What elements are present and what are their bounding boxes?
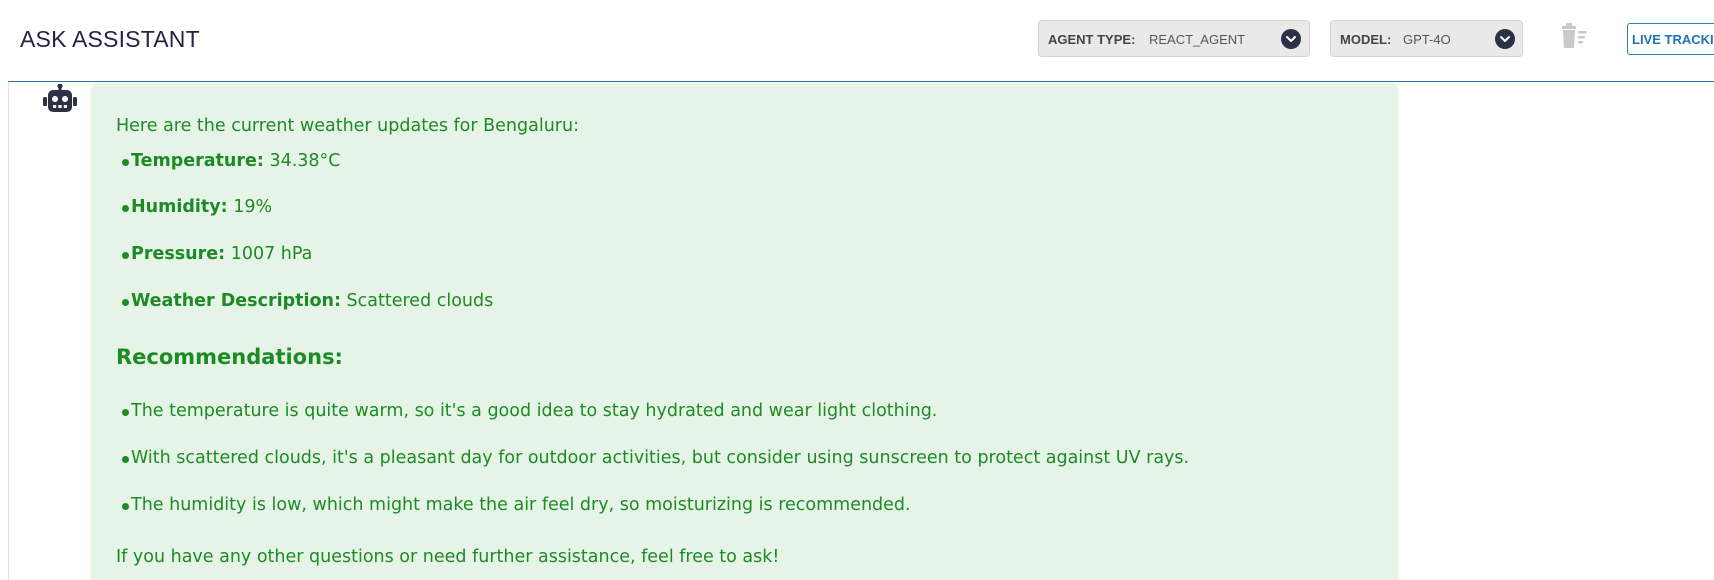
page-title: ASK ASSISTANT [20, 26, 200, 52]
list-item: Weather Description: Scattered clouds [122, 291, 494, 311]
model-dropdown[interactable]: MODEL: GPT-4O [1330, 20, 1523, 57]
list-item: Humidity: 19% [122, 197, 273, 217]
bullet-icon [122, 252, 129, 259]
agent-type-dropdown[interactable]: AGENT TYPE: REACT_AGENT [1038, 20, 1310, 57]
recommendation-text: With scattered clouds, it's a pleasant d… [131, 448, 1190, 468]
top-bar: ASK ASSISTANT AGENT TYPE: REACT_AGENT MO… [8, 0, 1714, 82]
recommendation-text: The humidity is low, which might make th… [131, 495, 911, 515]
bullet-icon [122, 409, 129, 416]
recommendations-heading: Recommendations: [116, 345, 343, 369]
model-label: MODEL: [1340, 32, 1392, 47]
recommendation-text: The temperature is quite warm, so it's a… [131, 401, 938, 421]
message-intro: Here are the current weather updates for… [116, 116, 579, 136]
list-item: Temperature: 34.38°C [122, 151, 341, 171]
stat-label: Pressure: [131, 244, 226, 264]
robot-icon [42, 83, 78, 116]
stat-value: 1007 hPa [230, 244, 313, 264]
live-tracking-button[interactable]: LIVE TRACKIN [1627, 23, 1714, 55]
bullet-icon [122, 205, 129, 212]
live-tracking-label: LIVE TRACKIN [1632, 32, 1714, 47]
clear-all-icon[interactable] [1556, 20, 1590, 52]
stat-label: Weather Description: [131, 291, 341, 311]
bullet-icon [122, 299, 129, 306]
assistant-message: Here are the current weather updates for… [91, 83, 1398, 580]
assistant-window: ASK ASSISTANT AGENT TYPE: REACT_AGENT MO… [0, 0, 1714, 580]
list-item: The temperature is quite warm, so it's a… [122, 401, 938, 421]
list-item: Pressure: 1007 hPa [122, 244, 313, 264]
bullet-icon [122, 159, 129, 166]
chevron-down-icon[interactable] [1281, 29, 1301, 49]
list-item: With scattered clouds, it's a pleasant d… [122, 448, 1190, 468]
agent-type-value: REACT_AGENT [1149, 32, 1246, 47]
stat-value: Scattered clouds [346, 291, 494, 311]
bullet-icon [122, 456, 129, 463]
stat-label: Humidity: [131, 197, 228, 217]
chevron-down-icon[interactable] [1495, 29, 1515, 49]
bullet-icon [122, 503, 129, 510]
model-value: GPT-4O [1403, 32, 1451, 47]
agent-type-label: AGENT TYPE: [1048, 32, 1136, 47]
left-divider [8, 0, 9, 580]
message-closing: If you have any other questions or need … [116, 547, 780, 567]
stat-label: Temperature: [131, 151, 264, 171]
stat-value: 34.38°C [269, 151, 341, 171]
list-item: The humidity is low, which might make th… [122, 495, 911, 515]
stat-value: 19% [233, 197, 273, 217]
